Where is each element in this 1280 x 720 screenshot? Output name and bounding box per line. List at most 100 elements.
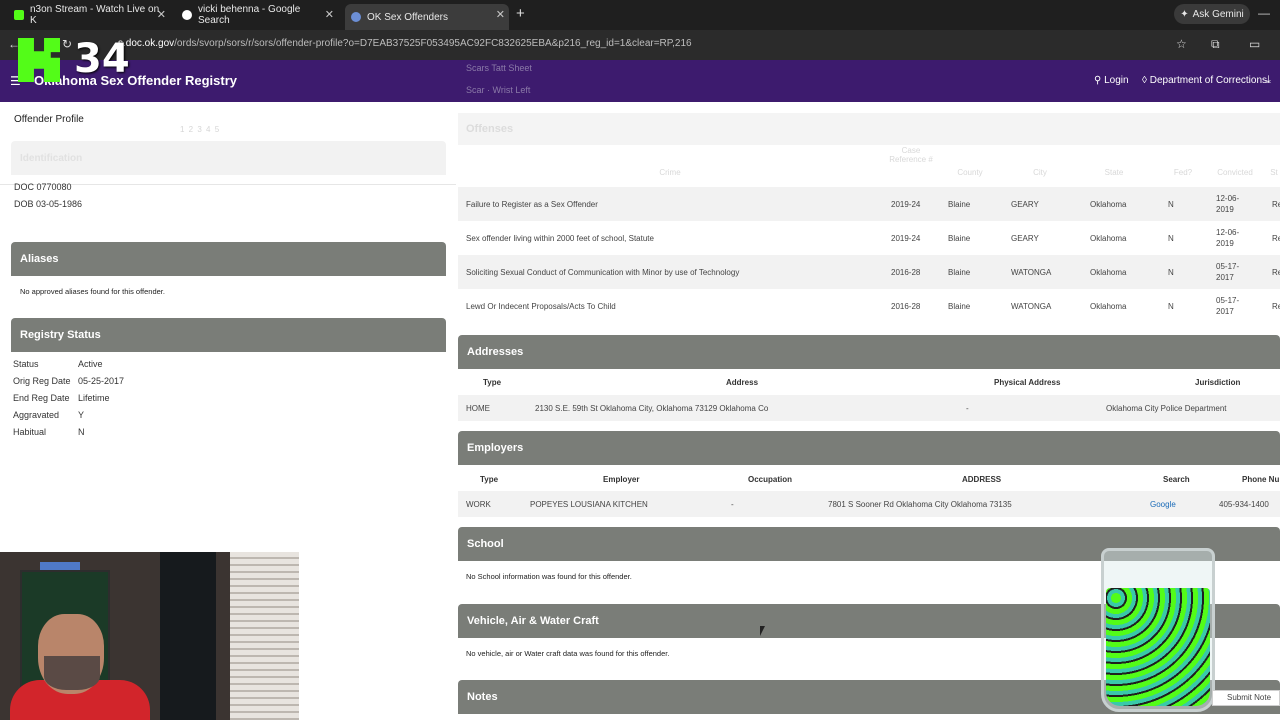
column-header: Type	[483, 378, 502, 387]
extensions-icon[interactable]: ⧉	[1211, 37, 1220, 52]
webcam-window-blinds	[230, 552, 299, 720]
status-cell: Re	[1272, 268, 1280, 277]
city: WATONGA	[1011, 268, 1052, 277]
jurisdiction: Oklahoma City Police Department	[1106, 404, 1227, 413]
tab-title: n3on Stream - Watch Live on K	[30, 4, 160, 26]
convicted-year: 2017	[1216, 273, 1234, 282]
aliases-text: No approved aliases found for this offen…	[20, 287, 165, 296]
state: Oklahoma	[1090, 268, 1127, 277]
fed: N	[1168, 234, 1174, 243]
identification-header: Identification	[11, 141, 446, 175]
kick-overlay-logo: 34	[14, 36, 134, 84]
mouse-cursor-icon	[760, 626, 765, 636]
identification-heading: Identification	[20, 153, 83, 164]
tab-google-search[interactable]: vicki behenna - Google Search ✕	[176, 4, 338, 26]
registry-label: Status	[13, 359, 39, 369]
new-tab-button[interactable]: +	[516, 5, 525, 22]
side-panel-icon[interactable]: ▭	[1249, 37, 1260, 51]
registry-status-header: Registry Status	[11, 318, 446, 352]
convicted-year: 2019	[1216, 205, 1234, 214]
convicted-date: 12-06-	[1216, 194, 1240, 203]
aliases-header: Aliases	[11, 242, 446, 276]
close-tab-icon[interactable]: ✕	[325, 8, 334, 21]
jar-kick-logos	[1106, 588, 1210, 706]
convicted-year: 2019	[1216, 239, 1234, 248]
table-row: Failure to Register as a Sex Offender 20…	[458, 187, 1280, 221]
doc-number: DOC 0770080	[14, 182, 72, 192]
offenses-header: Offenses	[458, 113, 1280, 145]
county: Blaine	[948, 200, 971, 209]
close-tab-icon[interactable]: ✕	[496, 8, 505, 21]
employer-type: WORK	[466, 500, 491, 509]
column-header: Jurisdiction	[1195, 378, 1241, 387]
column-header: Physical Address	[994, 378, 1061, 387]
registry-value: Y	[78, 410, 85, 420]
registry-label: End Reg Date	[13, 393, 70, 403]
url-path: /ords/svorp/sors/r/sors/offender-profile…	[174, 38, 692, 49]
city: GEARY	[1011, 234, 1039, 243]
department-link[interactable]: ◊ Department of Corrections	[1142, 75, 1267, 86]
ask-gemini-button[interactable]: ✦ Ask Gemini	[1174, 4, 1250, 24]
address-type: HOME	[466, 404, 490, 413]
addresses-header: Addresses	[458, 335, 1280, 369]
search-icon: ⚲	[1094, 75, 1102, 86]
download-icon[interactable]: ⤓	[1266, 74, 1271, 87]
registry-value: Lifetime	[78, 393, 110, 403]
tab-ok-sex-offenders[interactable]: OK Sex Offenders ✕	[345, 4, 509, 30]
ask-gemini-label: Ask Gemini	[1192, 8, 1244, 20]
page-title: Offender Profile	[14, 114, 84, 125]
county: Blaine	[948, 302, 971, 311]
column-header: Address	[726, 378, 759, 387]
table-row: Soliciting Sexual Conduct of Communicati…	[458, 255, 1280, 289]
bookmark-star-icon[interactable]: ☆	[1176, 37, 1187, 51]
ok-favicon-icon	[351, 12, 361, 22]
submit-note-button[interactable]: Submit Note	[1212, 690, 1280, 706]
login-label: Login	[1104, 75, 1129, 86]
fed: N	[1168, 302, 1174, 311]
login-link[interactable]: ⚲ Login	[1094, 75, 1129, 86]
tab-kick-stream[interactable]: n3on Stream - Watch Live on K ✕	[8, 4, 170, 26]
jar-overlay	[1101, 548, 1215, 712]
column-header: ADDRESS	[962, 475, 1002, 484]
vehicle-text: No vehicle, air or Water craft data was …	[466, 649, 670, 658]
overlay-number: 34	[74, 36, 130, 82]
crime: Failure to Register as a Sex Offender	[466, 200, 598, 209]
minimize-window-icon[interactable]: —	[1258, 6, 1270, 20]
state: Oklahoma	[1090, 302, 1127, 311]
registry-label: Orig Reg Date	[13, 376, 71, 386]
kick-favicon-icon	[14, 10, 24, 20]
registry-label: Aggravated	[13, 410, 60, 420]
url-field[interactable]: s.doc.ok.gov/ords/svorp/sors/r/sors/offe…	[118, 38, 692, 49]
column-header: Occupation	[748, 475, 793, 484]
registry-label: Habitual	[13, 427, 47, 437]
registry-value: 05-25-2017	[78, 376, 125, 386]
convicted-date: 12-06-	[1216, 228, 1240, 237]
column-header: Search	[1163, 475, 1190, 484]
employer-address: 7801 S Sooner Rd Oklahoma City Oklahoma …	[828, 500, 1012, 509]
crime: Soliciting Sexual Conduct of Communicati…	[466, 268, 740, 277]
case-ref: 2019-24	[891, 234, 921, 243]
employers-header: Employers	[458, 431, 1280, 465]
gemini-star-icon: ✦	[1180, 8, 1189, 20]
state: Oklahoma	[1090, 200, 1127, 209]
convicted-date: 05-17-	[1216, 296, 1240, 305]
registry-value: N	[78, 427, 85, 437]
header-ghost-text: Scar · Wrist Left	[466, 85, 531, 95]
pager-ghost: 1 2 3 4 5	[180, 125, 221, 134]
google-search-link[interactable]: Google	[1150, 500, 1176, 509]
convicted-year: 2017	[1216, 307, 1234, 316]
physical-address: -	[966, 404, 969, 413]
column-header: Phone Nu	[1242, 475, 1280, 484]
crime: Lewd Or Indecent Proposals/Acts To Child	[466, 302, 616, 311]
convicted-date: 05-17-	[1216, 262, 1240, 271]
city: WATONGA	[1011, 302, 1052, 311]
department-label: Department of Corrections	[1149, 75, 1268, 86]
table-row: HOME 2130 S.E. 59th St Oklahoma City, Ok…	[458, 395, 1280, 421]
google-favicon-icon	[182, 10, 192, 20]
phone-number: 405-934-1400	[1219, 500, 1269, 509]
close-tab-icon[interactable]: ✕	[157, 8, 166, 21]
registry-value: Active	[78, 359, 103, 369]
table-row: Sex offender living within 2000 feet of …	[458, 221, 1280, 255]
crime: Sex offender living within 2000 feet of …	[466, 234, 654, 243]
browser-tab-bar: n3on Stream - Watch Live on K ✕ vicki be…	[0, 0, 1280, 30]
